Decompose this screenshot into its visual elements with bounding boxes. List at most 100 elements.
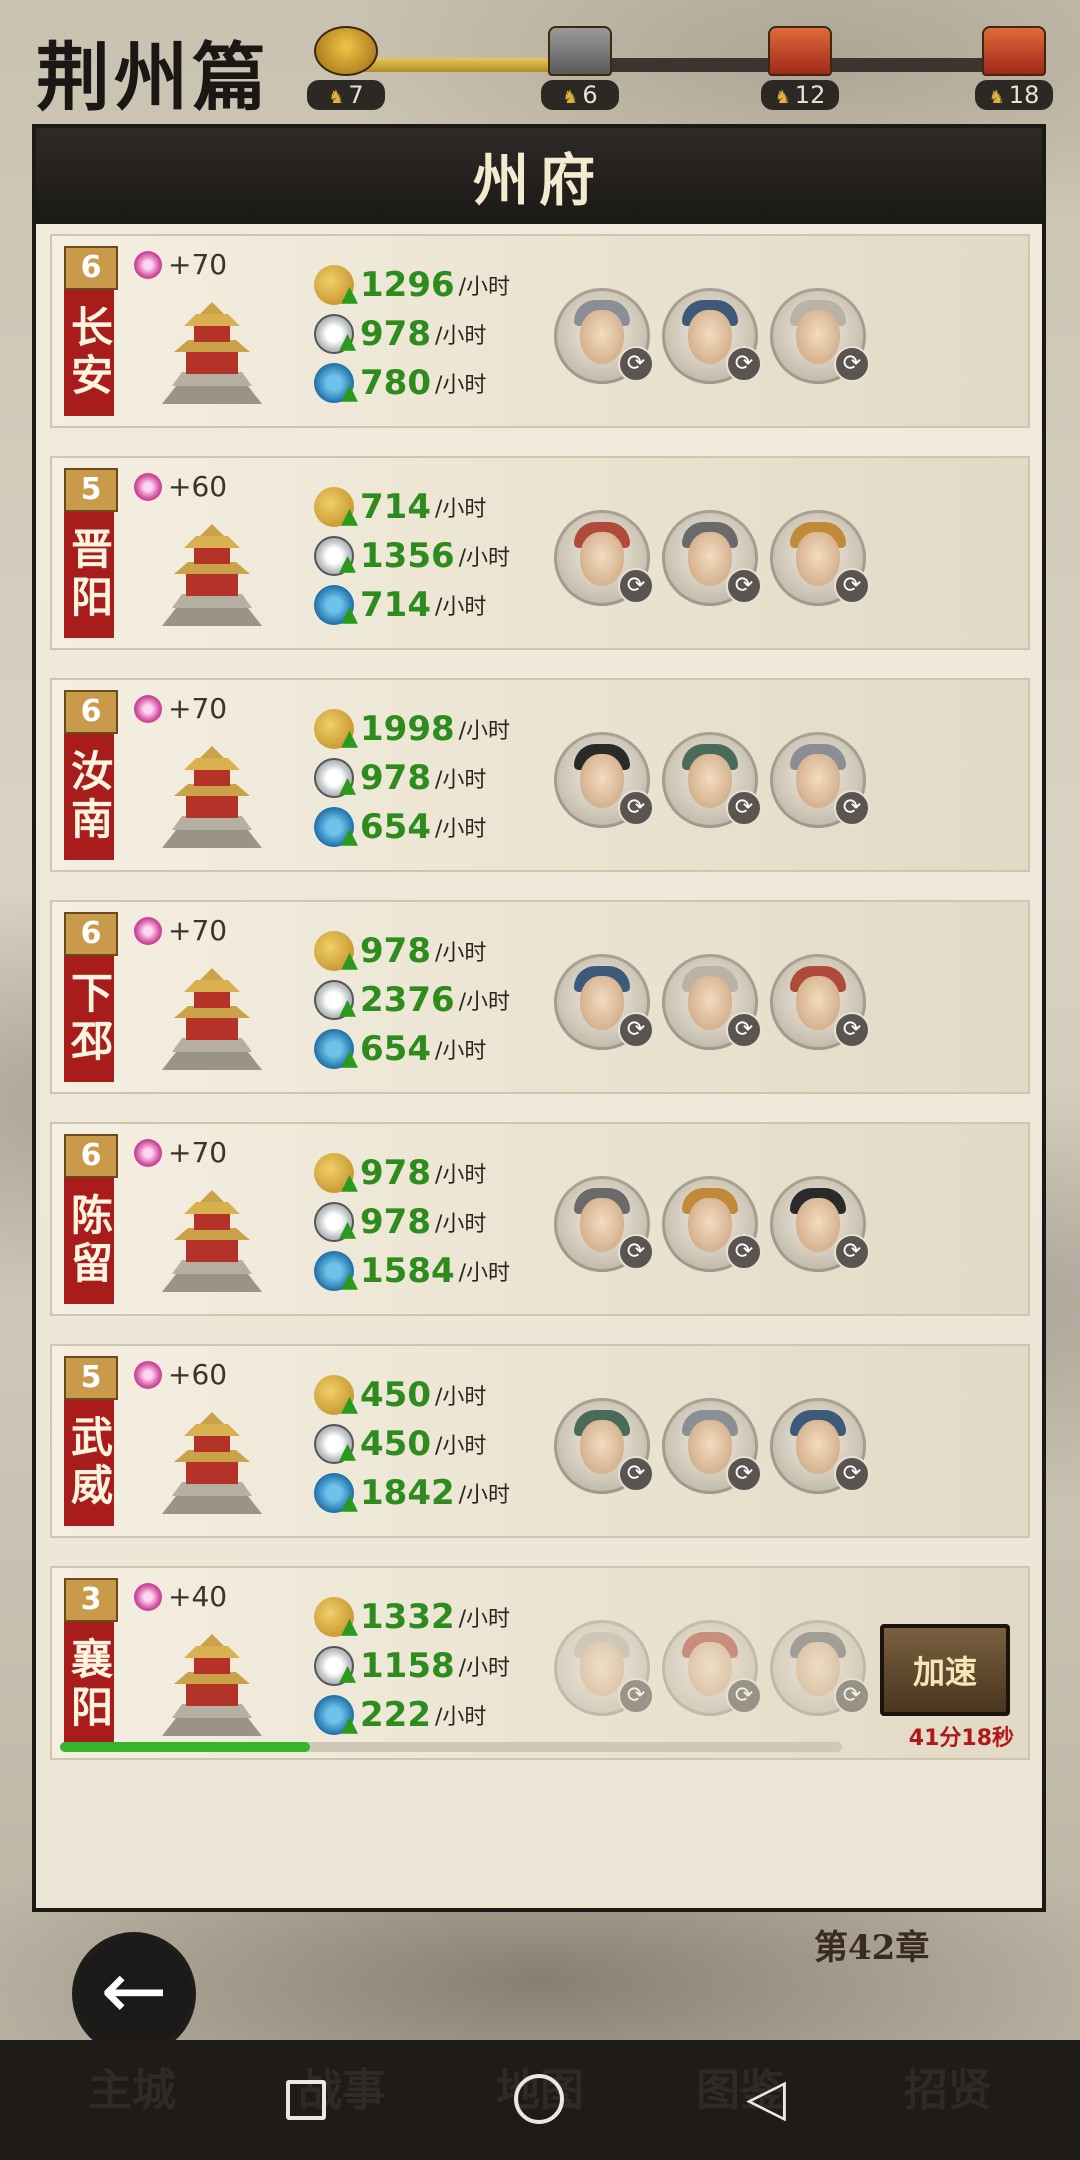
grain-icon: ▲ [314, 264, 358, 307]
nav-back-icon[interactable]: ◁ [746, 2068, 786, 2128]
city-level-badge: 6 [64, 690, 118, 734]
lion-icon: ♞ [774, 87, 791, 108]
upgrade-progress-fill [60, 1742, 311, 1752]
swap-icon[interactable]: ⟳ [618, 346, 654, 382]
hero-portrait[interactable]: ⟳ [554, 510, 654, 606]
rate-unit: /小时 [458, 990, 511, 1015]
coin-rate: 978 [360, 1201, 431, 1242]
hero-portrait[interactable]: ⟳ [770, 1620, 870, 1716]
hero-portrait[interactable]: ⟳ [662, 1398, 762, 1494]
jade-rate: 222 [360, 1694, 431, 1735]
swap-icon[interactable]: ⟳ [726, 346, 762, 382]
swap-icon[interactable]: ⟳ [618, 1678, 654, 1714]
rate-unit: /小时 [458, 1656, 511, 1681]
jade-icon: ▲ [314, 1472, 358, 1515]
hero-portrait[interactable]: ⟳ [662, 1620, 762, 1716]
jade-icon: ▲ [314, 806, 358, 849]
lion-icon: ♞ [328, 87, 345, 108]
hero-portrait[interactable]: ⟳ [770, 732, 870, 828]
hero-portrait[interactable]: ⟳ [662, 732, 762, 828]
hero-portrait[interactable]: ⟳ [662, 1176, 762, 1272]
hero-portrait[interactable]: ⟳ [770, 1176, 870, 1272]
home-icon[interactable] [514, 2074, 564, 2124]
milestone-chest-locked[interactable]: ♞ 6 [540, 26, 620, 110]
city-name: 长安 [64, 290, 114, 416]
swap-icon[interactable]: ⟳ [726, 568, 762, 604]
swap-icon[interactable]: ⟳ [618, 1456, 654, 1492]
swap-icon[interactable]: ⟳ [834, 1456, 870, 1492]
swap-icon[interactable]: ⟳ [834, 1012, 870, 1048]
swap-icon[interactable]: ⟳ [726, 1012, 762, 1048]
grain-rate: 978 [360, 1152, 431, 1193]
swap-icon[interactable]: ⟳ [834, 1234, 870, 1270]
jade-rate: 654 [360, 806, 431, 847]
hero-portrait[interactable]: ⟳ [770, 1398, 870, 1494]
prosperity-bonus: +60 [134, 1358, 227, 1391]
hero-portrait[interactable]: ⟳ [662, 954, 762, 1050]
swap-icon[interactable]: ⟳ [726, 1234, 762, 1270]
rate-unit: /小时 [434, 1163, 487, 1188]
milestone-chest-18[interactable]: ♞ 18 [974, 26, 1054, 110]
hero-portrait[interactable]: ⟳ [554, 1176, 654, 1272]
hero-portrait[interactable]: ⟳ [770, 510, 870, 606]
city-level-badge: 6 [64, 1134, 118, 1178]
swap-icon[interactable]: ⟳ [618, 568, 654, 604]
swap-icon[interactable]: ⟳ [618, 1234, 654, 1270]
hero-portrait[interactable]: ⟳ [554, 732, 654, 828]
hero-portrait[interactable]: ⟳ [770, 288, 870, 384]
lion-icon: ♞ [988, 87, 1005, 108]
city-card[interactable]: 5 晋阳 +60 ▲ 714 /小时 ▲ 1356 /小时 ▲ 714 /小时 … [50, 456, 1030, 650]
rate-unit: /小时 [434, 1385, 487, 1410]
swap-icon[interactable]: ⟳ [726, 790, 762, 826]
milestone-start[interactable]: ♞ 7 [306, 26, 386, 110]
back-button[interactable]: ← [72, 1932, 196, 2056]
coin-row: ▲ 978 /小时 [314, 1197, 510, 1246]
coin-icon: ▲ [314, 1645, 356, 1686]
speed-up-button[interactable]: 加速 [880, 1624, 1010, 1716]
hero-portrait[interactable]: ⟳ [554, 1620, 654, 1716]
swap-icon[interactable]: ⟳ [618, 790, 654, 826]
swap-icon[interactable]: ⟳ [618, 1012, 654, 1048]
city-card[interactable]: 6 陈留 +70 ▲ 978 /小时 ▲ 978 /小时 ▲ 1584 /小时 … [50, 1122, 1030, 1316]
flower-icon [134, 916, 162, 945]
pagoda-building-icon [162, 1412, 262, 1514]
swap-icon[interactable]: ⟳ [834, 790, 870, 826]
recents-icon[interactable] [286, 2080, 326, 2120]
grain-icon: ▲ [314, 1152, 358, 1195]
hero-portrait[interactable]: ⟳ [554, 288, 654, 384]
hero-portrait[interactable]: ⟳ [554, 1398, 654, 1494]
swap-icon[interactable]: ⟳ [834, 568, 870, 604]
grain-rate: 978 [360, 930, 431, 971]
rate-unit: /小时 [434, 595, 487, 620]
swap-icon[interactable]: ⟳ [834, 1678, 870, 1714]
rate-unit: /小时 [434, 1212, 487, 1237]
city-card[interactable]: 5 武威 +60 ▲ 450 /小时 ▲ 450 /小时 ▲ 1842 /小时 … [50, 1344, 1030, 1538]
rate-unit: /小时 [434, 1705, 487, 1730]
swap-icon[interactable]: ⟳ [726, 1456, 762, 1492]
grain-row: ▲ 1998 /小时 [314, 704, 510, 753]
hero-portrait[interactable]: ⟳ [554, 954, 654, 1050]
city-card[interactable]: 6 下邳 +70 ▲ 978 /小时 ▲ 2376 /小时 ▲ 654 /小时 … [50, 900, 1030, 1094]
hero-slots: ⟳ ⟳ ⟳ [554, 1620, 870, 1716]
jade-rate: 654 [360, 1028, 431, 1069]
swap-icon[interactable]: ⟳ [834, 346, 870, 382]
hero-portrait[interactable]: ⟳ [770, 954, 870, 1050]
resource-list: ▲ 978 /小时 ▲ 2376 /小时 ▲ 654 /小时 [314, 926, 510, 1073]
swap-icon[interactable]: ⟳ [726, 1678, 762, 1714]
hero-portrait[interactable]: ⟳ [662, 510, 762, 606]
bonus-value: +70 [168, 1136, 228, 1169]
jade-rate: 780 [360, 362, 431, 403]
city-card[interactable]: 3 襄阳 +40 ▲ 1332 /小时 ▲ 1158 /小时 ▲ 222 /小时… [50, 1566, 1030, 1760]
milestone-chest-12[interactable]: ♞ 12 [760, 26, 840, 110]
hero-portrait[interactable]: ⟳ [662, 288, 762, 384]
chapter-badge[interactable]: 第42章 [814, 1920, 929, 1969]
grain-row: ▲ 978 /小时 [314, 1148, 510, 1197]
resource-list: ▲ 1998 /小时 ▲ 978 /小时 ▲ 654 /小时 [314, 704, 510, 851]
panel-title: 州府 [473, 147, 605, 214]
coin-rate: 1356 [360, 535, 455, 576]
city-card[interactable]: 6 长安 +70 ▲ 1296 /小时 ▲ 978 /小时 ▲ 780 /小时 … [50, 234, 1030, 428]
coin-rate: 978 [360, 757, 431, 798]
city-card[interactable]: 6 汝南 +70 ▲ 1998 /小时 ▲ 978 /小时 ▲ 654 /小时 … [50, 678, 1030, 872]
coin-rate: 2376 [360, 979, 455, 1020]
grain-rate: 714 [360, 486, 431, 527]
